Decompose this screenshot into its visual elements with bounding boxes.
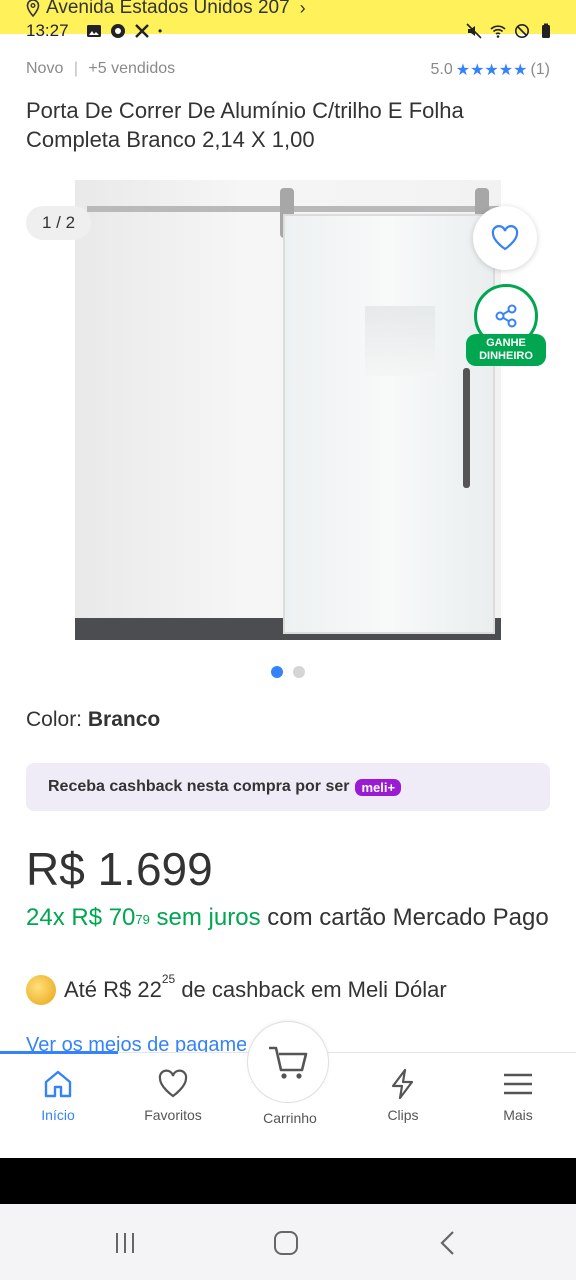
chevron-right-icon: › bbox=[299, 0, 306, 18]
product-image[interactable] bbox=[75, 180, 501, 640]
address-selector[interactable]: Avenida Estados Unidos 207 › bbox=[26, 0, 306, 19]
share-icon bbox=[495, 304, 517, 328]
page-dot[interactable] bbox=[293, 666, 305, 678]
system-navigation bbox=[0, 1204, 576, 1280]
black-bar bbox=[0, 1158, 576, 1204]
image-icon bbox=[87, 25, 101, 37]
recents-icon bbox=[116, 1233, 134, 1253]
back-chevron-icon bbox=[440, 1231, 454, 1255]
color-value: Branco bbox=[87, 708, 161, 731]
review-count: (1) bbox=[530, 61, 550, 78]
image-gallery[interactable]: 1 / 2 GANHE DINHEIRO bbox=[0, 180, 576, 642]
mute-icon bbox=[466, 23, 482, 39]
menu-icon bbox=[504, 1073, 532, 1095]
home-system-button[interactable] bbox=[266, 1228, 306, 1258]
recents-button[interactable] bbox=[105, 1228, 145, 1258]
nav-favorites[interactable]: Favoritos bbox=[123, 1067, 223, 1123]
wifi-icon bbox=[490, 25, 506, 38]
clips-icon bbox=[391, 1068, 414, 1100]
product-title: Porta De Correr De Alumínio C/trilho E F… bbox=[26, 98, 464, 152]
nav-home[interactable]: Início bbox=[8, 1067, 108, 1123]
product-meta: Novo | +5 vendidos 5.0 ★★★★★ (1) bbox=[26, 60, 550, 82]
x-icon bbox=[135, 24, 149, 38]
installments: 24x R$ 7079 sem juros com cartão Mercado… bbox=[26, 904, 549, 931]
page-dot-active[interactable] bbox=[271, 666, 283, 678]
rating[interactable]: 5.0 ★★★★★ (1) bbox=[430, 60, 550, 80]
price: R$ 1.699 bbox=[26, 843, 213, 895]
blocked-icon bbox=[515, 24, 529, 38]
battery-icon bbox=[542, 23, 550, 38]
meli-dollar-coin-icon bbox=[26, 975, 56, 1005]
bottom-navigation: Início Favoritos Carrinho Clips Mais bbox=[0, 1021, 576, 1142]
clock: 13:27 bbox=[26, 21, 69, 40]
home-icon bbox=[44, 1070, 72, 1098]
location-pin-icon bbox=[26, 0, 40, 17]
cart-button[interactable] bbox=[247, 1021, 329, 1103]
color-selector[interactable]: Color: Branco bbox=[26, 708, 160, 732]
meli-plus-badge: meli+ bbox=[355, 778, 402, 796]
address-text: Avenida Estados Unidos 207 bbox=[46, 0, 290, 18]
active-indicator bbox=[0, 1051, 118, 1054]
back-button[interactable] bbox=[428, 1228, 468, 1258]
status-bar: 13:27 • bbox=[0, 20, 576, 42]
nav-clips[interactable]: Clips bbox=[353, 1067, 453, 1123]
earn-money-badge[interactable]: GANHE DINHEIRO bbox=[466, 334, 546, 366]
nav-cart-label[interactable]: Carrinho bbox=[240, 1110, 340, 1126]
star-icons: ★★★★★ bbox=[455, 62, 528, 79]
cashback-banner[interactable]: Receba cashback nesta compra por ser mel… bbox=[26, 763, 550, 811]
dot-icon: • bbox=[158, 24, 163, 38]
chrome-icon bbox=[111, 24, 125, 38]
divider: | bbox=[73, 60, 78, 77]
cashback-text: Receba cashback nesta compra por ser bbox=[48, 778, 350, 795]
cashback-info: Até R$ 2225 de cashback em Meli Dólar bbox=[26, 972, 550, 1005]
rating-value: 5.0 bbox=[430, 61, 453, 78]
color-label: Color: bbox=[26, 708, 88, 731]
condition-label: Novo bbox=[26, 60, 64, 77]
image-counter: 1 / 2 bbox=[26, 206, 91, 240]
home-square-icon bbox=[274, 1231, 298, 1255]
nav-more[interactable]: Mais bbox=[468, 1067, 568, 1123]
door-handle bbox=[463, 368, 470, 488]
product-page: Avenida Estados Unidos 207 › 13:27 • Nov… bbox=[0, 0, 576, 1280]
favorite-button[interactable] bbox=[473, 206, 537, 270]
cart-icon bbox=[269, 1046, 308, 1079]
window-reflection bbox=[365, 306, 435, 376]
heart-icon bbox=[158, 1069, 188, 1098]
heart-icon bbox=[491, 225, 519, 251]
gallery-pagination bbox=[0, 666, 576, 680]
sold-count: +5 vendidos bbox=[88, 60, 176, 77]
